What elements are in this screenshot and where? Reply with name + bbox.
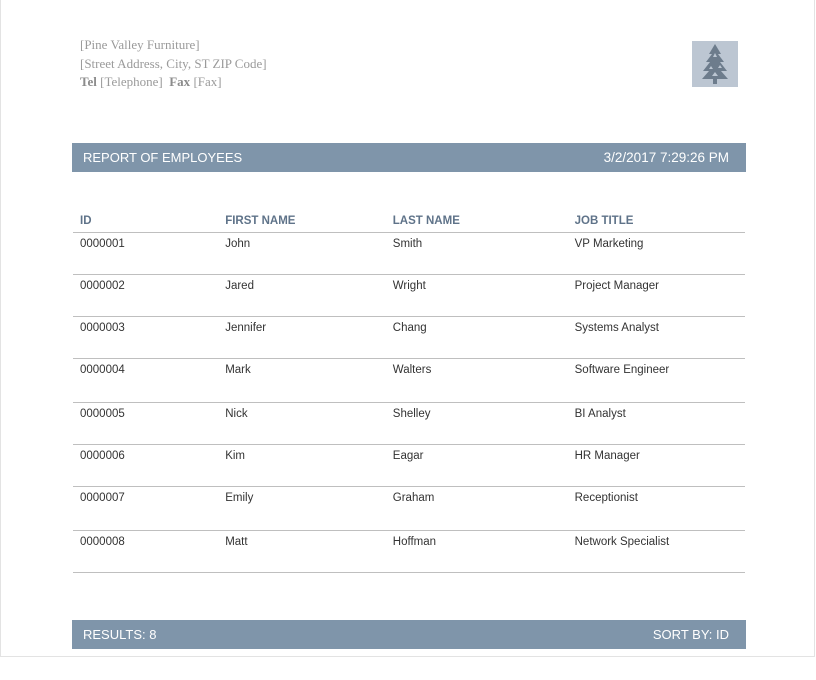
cell-first-name: Jared (218, 274, 386, 317)
company-address-block: [Pine Valley Furniture] [Street Address,… (80, 36, 267, 92)
report-header-bar: REPORT OF EMPLOYEES 3/2/2017 7:29:26 PM (72, 143, 746, 172)
cell-last-name: Chang (385, 316, 568, 359)
cell-id: 0000001 (73, 232, 219, 275)
table-row: 0000008 Matt Hoffman Network Specialist (73, 530, 745, 573)
report-title: REPORT OF EMPLOYEES (83, 150, 243, 165)
table-row: 0000004 Mark Walters Software Engineer (73, 358, 745, 403)
column-header-first-name: FIRST NAME (218, 212, 386, 233)
cell-job-title: Software Engineer (567, 358, 745, 403)
cell-first-name: Jennifer (218, 316, 386, 359)
tel-value: [Telephone] (100, 74, 163, 89)
cell-job-title: VP Marketing (567, 232, 745, 275)
cell-last-name: Shelley (385, 402, 568, 445)
cell-id: 0000004 (73, 358, 219, 403)
cell-first-name: John (218, 232, 386, 275)
cell-last-name: Hoffman (385, 530, 568, 573)
table-header-row: ID FIRST NAME LAST NAME JOB TITLE (73, 212, 745, 233)
cell-last-name: Wright (385, 274, 568, 317)
column-header-id: ID (73, 212, 219, 233)
cell-id: 0000003 (73, 316, 219, 359)
table-row: 0000006 Kim Eagar HR Manager (73, 444, 745, 487)
cell-last-name: Graham (385, 486, 568, 531)
company-name: [Pine Valley Furniture] (80, 37, 200, 52)
sort-by-label: SORT BY: ID (652, 627, 729, 642)
fax-label: Fax (169, 74, 191, 89)
report-datetime: 3/2/2017 7:29:26 PM (603, 150, 729, 165)
cell-first-name: Emily (218, 486, 386, 531)
cell-id: 0000005 (73, 402, 219, 445)
tel-label: Tel (80, 74, 97, 89)
fax-value: [Fax] (193, 74, 222, 89)
table-row: 0000001 John Smith VP Marketing (73, 232, 745, 275)
cell-id: 0000002 (73, 274, 219, 317)
cell-job-title: Receptionist (567, 486, 745, 531)
cell-job-title: HR Manager (567, 444, 745, 487)
cell-first-name: Mark (218, 358, 386, 403)
table-row: 0000005 Nick Shelley BI Analyst (73, 402, 745, 445)
column-header-job-title: JOB TITLE (567, 212, 745, 233)
column-header-last-name: LAST NAME (385, 212, 568, 233)
cell-first-name: Nick (218, 402, 386, 445)
table-row: 0000002 Jared Wright Project Manager (73, 274, 745, 317)
cell-last-name: Walters (385, 358, 568, 403)
cell-id: 0000006 (73, 444, 219, 487)
table-row: 0000007 Emily Graham Receptionist (73, 486, 745, 531)
cell-last-name: Smith (385, 232, 568, 275)
cell-id: 0000008 (73, 530, 219, 573)
employees-table: ID FIRST NAME LAST NAME JOB TITLE 000000… (73, 212, 745, 573)
cell-job-title: Systems Analyst (567, 316, 745, 359)
company-contact-line: Tel [Telephone] Fax [Fax] (80, 73, 267, 92)
cell-job-title: Project Manager (567, 274, 745, 317)
company-street-address: [Street Address, City, ST ZIP Code] (80, 55, 267, 71)
cell-job-title: Network Specialist (567, 530, 745, 573)
cell-first-name: Matt (218, 530, 386, 573)
pine-tree-icon (702, 44, 728, 84)
cell-last-name: Eagar (385, 444, 568, 487)
cell-job-title: BI Analyst (567, 402, 745, 445)
report-page: [Pine Valley Furniture] [Street Address,… (0, 0, 815, 657)
table-row: 0000003 Jennifer Chang Systems Analyst (73, 316, 745, 359)
report-footer-bar: RESULTS: 8 SORT BY: ID (72, 620, 746, 649)
company-logo (692, 41, 738, 87)
results-count: RESULTS: 8 (83, 627, 157, 642)
cell-id: 0000007 (73, 486, 219, 531)
cell-first-name: Kim (218, 444, 386, 487)
